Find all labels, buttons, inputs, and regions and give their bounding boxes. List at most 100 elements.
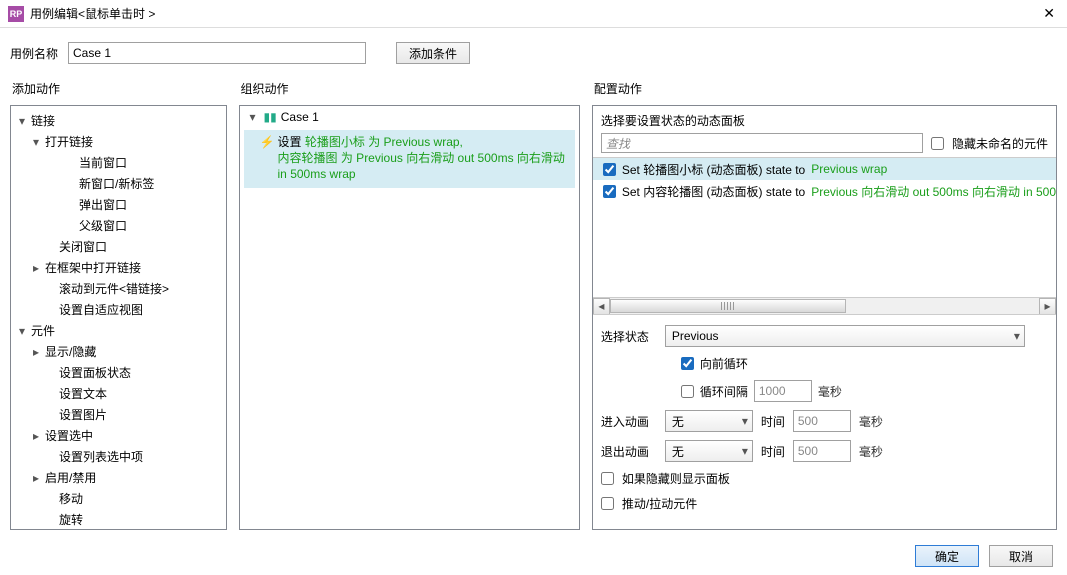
tree-item-label: 显示/隐藏 xyxy=(43,343,96,360)
anim-out-row: 退出动画 无 时间 毫秒 xyxy=(601,440,1048,462)
tree-item-label: 父级窗口 xyxy=(77,217,127,234)
tree-item[interactable]: 设置图片 xyxy=(11,404,226,425)
configure-action-header: 配置动作 xyxy=(592,74,1057,105)
tree-item[interactable]: 旋转 xyxy=(11,509,226,530)
anim-out-time-input[interactable] xyxy=(793,440,851,462)
tree-item[interactable]: 元件 xyxy=(11,320,226,341)
tree-item-label: 设置自适应视图 xyxy=(57,301,143,318)
app-icon: RP xyxy=(8,6,24,22)
tree-item-label: 新窗口/新标签 xyxy=(77,175,154,192)
loop-interval-input[interactable] xyxy=(754,380,812,402)
tree-arrow-icon[interactable] xyxy=(29,261,43,275)
action-green: 轮播图小标 为 Previous wrap, xyxy=(305,135,463,149)
hide-unnamed-label: 隐藏未命名的元件 xyxy=(952,135,1048,152)
title-bar: RP 用例编辑<鼠标单击时 > ✕ xyxy=(0,0,1067,28)
push-pull-checkbox[interactable] xyxy=(601,497,614,510)
list-item-checkbox[interactable] xyxy=(603,163,616,176)
show-if-hidden-checkbox[interactable] xyxy=(601,472,614,485)
state-value: Previous xyxy=(672,329,719,343)
loop-forward-checkbox[interactable] xyxy=(681,357,694,370)
scroll-track[interactable] xyxy=(610,298,1039,314)
tree-item[interactable]: 滚动到元件<错链接> xyxy=(11,278,226,299)
close-icon[interactable]: ✕ xyxy=(1039,5,1059,22)
loop-interval-checkbox[interactable] xyxy=(681,385,694,398)
search-row: 隐藏未命名的元件 xyxy=(593,133,1056,157)
tree-arrow-icon[interactable] xyxy=(29,429,43,443)
add-condition-button[interactable]: 添加条件 xyxy=(396,42,470,64)
tree-item-label: 元件 xyxy=(29,322,55,339)
tree-item-label: 设置面板状态 xyxy=(57,364,131,381)
search-input[interactable] xyxy=(601,133,923,153)
tree-item-label: 启用/禁用 xyxy=(43,469,96,486)
anim-in-row: 进入动画 无 时间 毫秒 xyxy=(601,410,1048,432)
tree-arrow-icon[interactable] xyxy=(15,114,29,128)
configure-action-column: 配置动作 选择要设置状态的动态面板 隐藏未命名的元件 Set 轮播图小标 (动态… xyxy=(592,74,1057,530)
tree-item[interactable]: 在框架中打开链接 xyxy=(11,257,226,278)
tree-item[interactable]: 父级窗口 xyxy=(11,215,226,236)
list-item-prefix: Set 轮播图小标 (动态面板) state to xyxy=(622,161,805,178)
footer: 确定 取消 xyxy=(915,545,1053,567)
tree-item[interactable]: 链接 xyxy=(11,110,226,131)
list-item-value: Previous wrap xyxy=(811,162,887,176)
tree-arrow-icon[interactable] xyxy=(29,135,43,149)
tree-item-label: 设置图片 xyxy=(57,406,107,423)
hide-unnamed-checkbox[interactable] xyxy=(931,137,944,150)
loop-interval-unit: 毫秒 xyxy=(818,383,842,400)
tree-item[interactable]: 设置面板状态 xyxy=(11,362,226,383)
tree-item-label: 当前窗口 xyxy=(77,154,127,171)
state-label: 选择状态 xyxy=(601,328,657,345)
case-icon: ▮▮ xyxy=(264,110,277,124)
actions-tree-panel: 链接打开链接当前窗口新窗口/新标签弹出窗口父级窗口关闭窗口在框架中打开链接滚动到… xyxy=(10,105,227,530)
tree-item[interactable]: 当前窗口 xyxy=(11,152,226,173)
scroll-right-button[interactable]: ▸ xyxy=(1039,298,1056,315)
organize-action-column: 组织动作 ▮▮ Case 1 ⚡ 设置 轮播图小标 为 Previous wra… xyxy=(239,74,580,530)
dynamic-panel-list: Set 轮播图小标 (动态面板) state to Previous wrapS… xyxy=(593,157,1056,315)
horizontal-scrollbar[interactable]: ◂ ▸ xyxy=(593,297,1056,314)
tree-item[interactable]: 打开链接 xyxy=(11,131,226,152)
tree-arrow-icon[interactable] xyxy=(15,324,29,338)
list-item-checkbox[interactable] xyxy=(603,185,616,198)
anim-in-unit: 毫秒 xyxy=(859,413,883,430)
tree-item[interactable]: 弹出窗口 xyxy=(11,194,226,215)
case-expand-icon[interactable] xyxy=(246,110,260,124)
action-line-1: 设置 轮播图小标 为 Previous wrap, xyxy=(278,134,569,150)
case-name-input[interactable] xyxy=(68,42,366,64)
action-row[interactable]: ⚡ 设置 轮播图小标 为 Previous wrap, 内容轮播图 为 Prev… xyxy=(244,130,575,188)
list-item[interactable]: Set 轮播图小标 (动态面板) state to Previous wrap xyxy=(593,158,1056,180)
case-row[interactable]: ▮▮ Case 1 xyxy=(240,106,579,128)
anim-in-time-input[interactable] xyxy=(793,410,851,432)
tree-arrow-icon[interactable] xyxy=(29,471,43,485)
bolt-icon: ⚡ xyxy=(260,134,275,150)
cancel-button[interactable]: 取消 xyxy=(989,545,1053,567)
tree-item[interactable]: 设置选中 xyxy=(11,425,226,446)
tree-item[interactable]: 启用/禁用 xyxy=(11,467,226,488)
tree-item-label: 打开链接 xyxy=(43,133,93,150)
push-pull-row: 推动/拉动元件 xyxy=(601,495,1048,512)
tree-item[interactable]: 设置自适应视图 xyxy=(11,299,226,320)
tree-item[interactable]: 移动 xyxy=(11,488,226,509)
anim-in-combo[interactable]: 无 xyxy=(665,410,753,432)
anim-out-unit: 毫秒 xyxy=(859,443,883,460)
tree-item[interactable]: 新窗口/新标签 xyxy=(11,173,226,194)
tree-item-label: 设置文本 xyxy=(57,385,107,402)
anim-out-label: 退出动画 xyxy=(601,443,657,460)
ok-button[interactable]: 确定 xyxy=(915,545,979,567)
tree-arrow-icon[interactable] xyxy=(29,345,43,359)
tree-item[interactable]: 设置文本 xyxy=(11,383,226,404)
actions-tree: 链接打开链接当前窗口新窗口/新标签弹出窗口父级窗口关闭窗口在框架中打开链接滚动到… xyxy=(11,106,226,530)
anim-out-combo[interactable]: 无 xyxy=(665,440,753,462)
list-item[interactable]: Set 内容轮播图 (动态面板) state to Previous 向右滑动 … xyxy=(593,180,1056,202)
anim-out-time-label: 时间 xyxy=(761,443,785,460)
scroll-left-button[interactable]: ◂ xyxy=(593,298,610,315)
state-combo[interactable]: Previous xyxy=(665,325,1025,347)
organize-panel: ▮▮ Case 1 ⚡ 设置 轮播图小标 为 Previous wrap, 内容… xyxy=(239,105,580,530)
tree-item[interactable]: 显示/隐藏 xyxy=(11,341,226,362)
scroll-thumb[interactable] xyxy=(610,299,846,313)
case-label: Case 1 xyxy=(281,110,319,124)
tree-item-label: 弹出窗口 xyxy=(77,196,127,213)
tree-item[interactable]: 设置列表选中项 xyxy=(11,446,226,467)
tree-item[interactable]: 关闭窗口 xyxy=(11,236,226,257)
top-row: 用例名称 添加条件 xyxy=(0,28,1067,74)
state-row: 选择状态 Previous xyxy=(601,325,1048,347)
tree-item-label: 设置选中 xyxy=(43,427,93,444)
